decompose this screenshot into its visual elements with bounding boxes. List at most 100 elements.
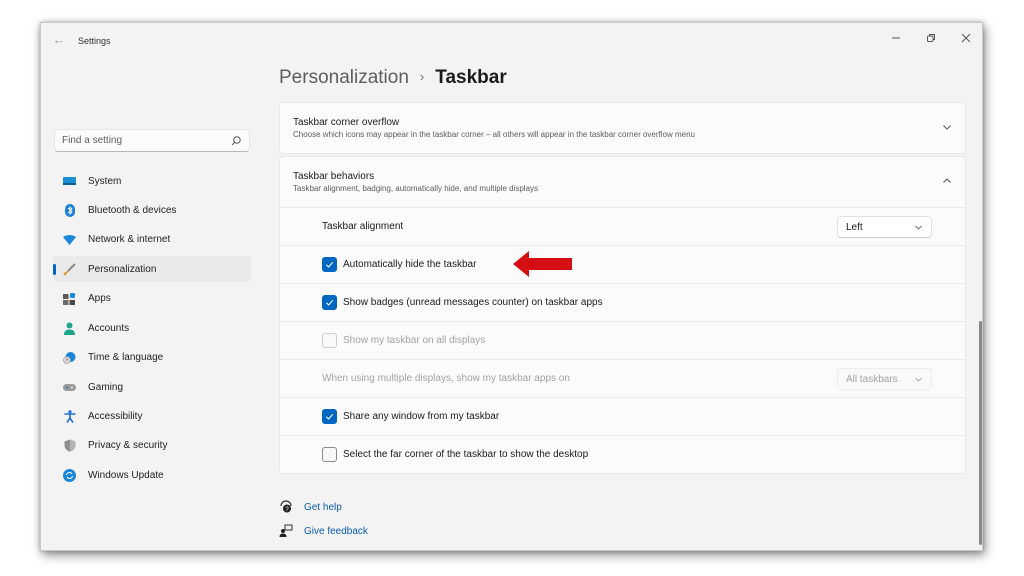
dropdown-value: All taskbars [846, 373, 898, 385]
all-displays-row: Show my taskbar on all displays [280, 321, 965, 359]
sidebar-item-label: System [88, 175, 122, 187]
sidebar-item-apps[interactable]: Apps [53, 286, 251, 312]
close-button[interactable] [949, 27, 982, 49]
taskbar-alignment-row: Taskbar alignment Left [280, 207, 965, 245]
sidebar-item-label: Time & language [88, 352, 164, 364]
arrow-left-icon: ← [52, 32, 66, 47]
section-title: Taskbar corner overflow [293, 117, 400, 128]
app-title: Settings [78, 36, 111, 46]
get-help-text[interactable]: Get help [304, 502, 342, 513]
search-box[interactable] [54, 129, 250, 152]
badges-row: Show badges (unread messages counter) on… [280, 283, 965, 321]
multi-display-dropdown[interactable]: All taskbars [837, 368, 932, 390]
sidebar-item-system[interactable]: System [53, 168, 251, 194]
sidebar-item-label: Bluetooth & devices [88, 204, 177, 216]
sidebar-item-network[interactable]: Network & internet [53, 227, 251, 253]
give-feedback-text[interactable]: Give feedback [304, 526, 368, 537]
vertical-scrollbar[interactable] [979, 321, 982, 545]
chevron-down-icon [915, 377, 922, 382]
help-icon: ? [280, 500, 292, 513]
multi-display-row: When using multiple displays, show my ta… [280, 359, 965, 397]
breadcrumb: Personalization › Taskbar [279, 67, 507, 89]
page-title: Taskbar [435, 67, 507, 88]
settings-window: ← Settings System Bluetooth & devices Ne [40, 22, 983, 551]
sidebar-item-accounts[interactable]: Accounts [53, 315, 251, 341]
auto-hide-checkbox[interactable] [322, 257, 337, 272]
dropdown-value: Left [846, 221, 863, 233]
taskbar-behaviors-header[interactable]: Taskbar behaviors Taskbar alignment, bad… [280, 157, 965, 207]
sidebar-item-time-language[interactable]: Time & language [53, 345, 251, 371]
sidebar-item-label: Privacy & security [88, 440, 168, 452]
minimize-button[interactable] [879, 27, 913, 49]
accessibility-icon [63, 410, 76, 423]
back-button[interactable]: ← [51, 32, 67, 48]
corner-overflow-section: Taskbar corner overflow Choose which ico… [279, 102, 966, 154]
selection-indicator [53, 264, 56, 276]
far-corner-row: Select the far corner of the taskbar to … [280, 435, 965, 473]
share-window-checkbox[interactable] [322, 409, 337, 424]
sidebar-item-label: Accessibility [88, 411, 143, 422]
sidebar-item-label: Personalization [88, 263, 157, 275]
corner-overflow-header[interactable]: Taskbar corner overflow Choose which ico… [280, 103, 965, 153]
taskbar-behaviors-section: Taskbar behaviors Taskbar alignment, bad… [279, 156, 966, 474]
sidebar-item-privacy-security[interactable]: Privacy & security [53, 433, 251, 459]
restore-icon [927, 34, 935, 42]
section-subtitle: Choose which icons may appear in the tas… [293, 130, 695, 139]
section-title: Taskbar behaviors [293, 171, 375, 182]
checkmark-icon [326, 299, 334, 306]
feedback-icon [279, 524, 293, 537]
multi-display-label: When using multiple displays, show my ta… [322, 373, 570, 384]
far-corner-checkbox[interactable] [322, 447, 337, 462]
red-arrow-annotation [513, 251, 572, 277]
sidebar-item-label: Accounts [88, 322, 130, 334]
monitor-icon [63, 175, 76, 188]
far-corner-label[interactable]: Select the far corner of the taskbar to … [343, 449, 588, 460]
sidebar-item-label: Windows Update [88, 469, 164, 481]
breadcrumb-parent[interactable]: Personalization [279, 67, 409, 89]
sidebar-item-gaming[interactable]: Gaming [53, 374, 251, 400]
apps-icon [63, 292, 76, 305]
refresh-icon [63, 468, 76, 482]
all-displays-label: Show my taskbar on all displays [343, 335, 486, 346]
minimize-icon [892, 37, 900, 39]
chevron-down-icon [915, 225, 922, 230]
section-subtitle: Taskbar alignment, badging, automaticall… [293, 184, 539, 193]
checkmark-icon [326, 413, 334, 420]
checkmark-icon [326, 261, 334, 268]
taskbar-alignment-dropdown[interactable]: Left [837, 216, 932, 238]
sidebar-item-label: Apps [88, 293, 111, 305]
footer-links: ? Get help Give feedback [279, 495, 368, 543]
sidebar-item-personalization[interactable]: Personalization [53, 256, 251, 283]
search-input[interactable] [62, 135, 230, 146]
chevron-right-icon: › [419, 69, 425, 84]
bluetooth-icon [63, 203, 76, 217]
sidebar-item-windows-update[interactable]: Windows Update [53, 462, 251, 488]
sidebar-nav: System Bluetooth & devices Network & int… [53, 168, 251, 492]
close-icon [961, 33, 971, 43]
shield-icon [63, 439, 76, 453]
get-help-link[interactable]: ? Get help [279, 495, 368, 519]
taskbar-alignment-label: Taskbar alignment [322, 221, 404, 232]
chevron-down-icon[interactable] [941, 121, 953, 133]
gamepad-icon [63, 381, 76, 394]
restore-button[interactable] [914, 27, 948, 49]
give-feedback-link[interactable]: Give feedback [279, 519, 368, 543]
sidebar-item-accessibility[interactable]: Accessibility [53, 404, 251, 430]
wifi-icon [63, 233, 76, 246]
chevron-up-icon[interactable] [941, 175, 953, 187]
sidebar-item-label: Gaming [88, 381, 124, 393]
sidebar-item-label: Network & internet [88, 234, 171, 246]
title-bar: ← Settings [41, 23, 982, 59]
share-window-label[interactable]: Share any window from my taskbar [343, 411, 499, 422]
badges-checkbox[interactable] [322, 295, 337, 310]
auto-hide-label[interactable]: Automatically hide the taskbar [343, 259, 476, 270]
person-icon [63, 322, 76, 335]
all-displays-checkbox[interactable] [322, 333, 337, 348]
badges-label[interactable]: Show badges (unread messages counter) on… [343, 297, 603, 308]
auto-hide-row: Automatically hide the taskbar [280, 245, 965, 283]
search-icon[interactable] [230, 135, 242, 147]
globe-clock-icon [63, 351, 76, 364]
share-window-row: Share any window from my taskbar [280, 397, 965, 435]
sidebar-item-bluetooth[interactable]: Bluetooth & devices [53, 197, 251, 223]
paintbrush-icon [63, 263, 76, 276]
